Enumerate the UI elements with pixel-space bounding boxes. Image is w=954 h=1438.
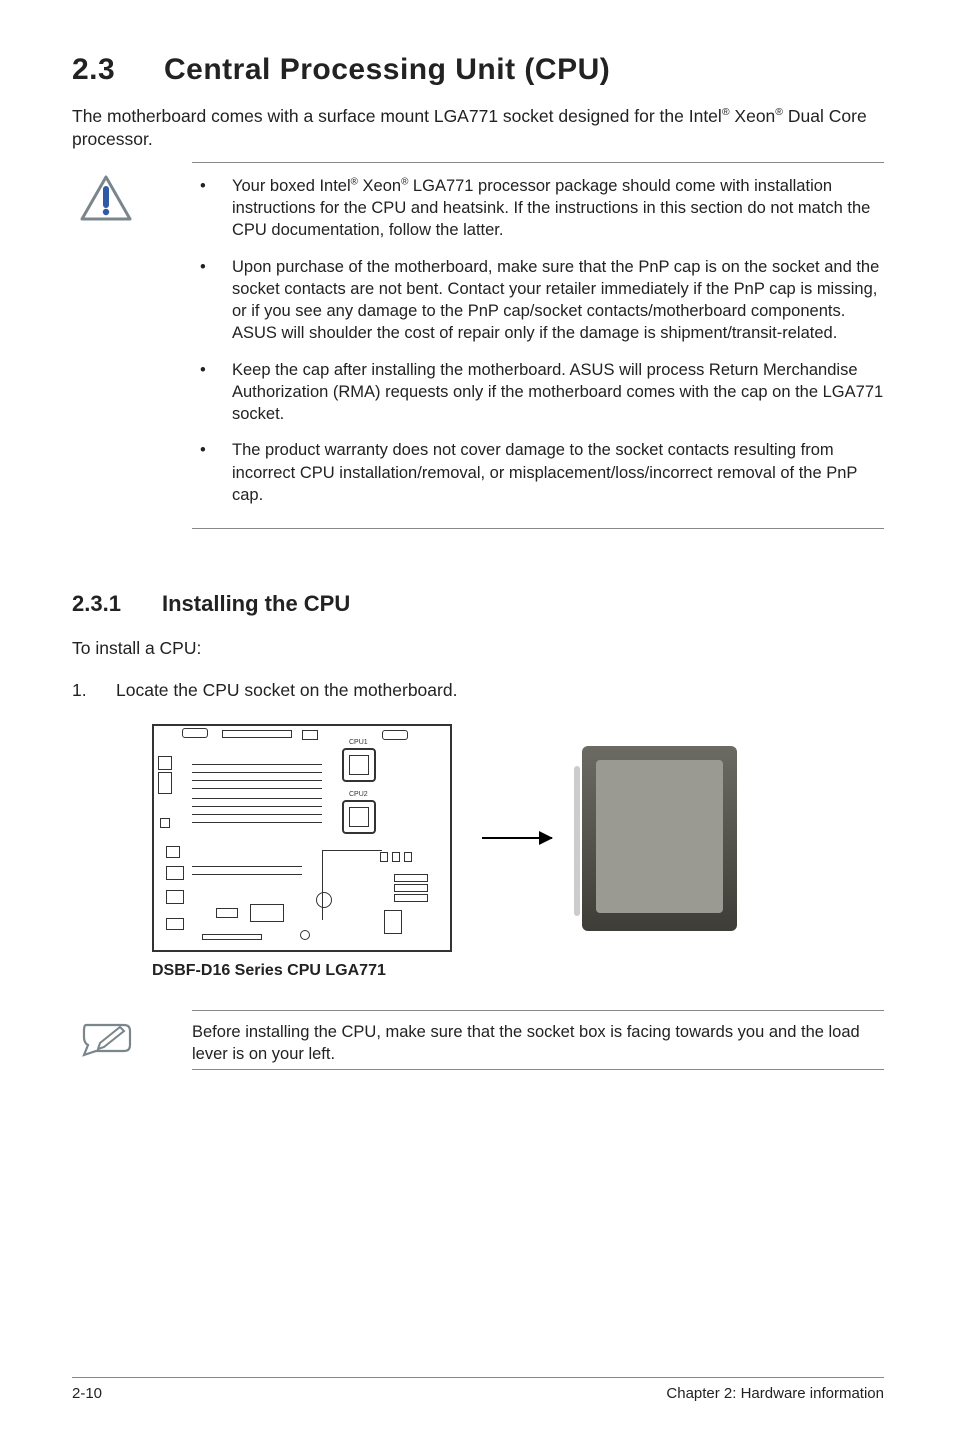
caution-triangle-icon [80,175,132,221]
page-number: 2-10 [72,1384,102,1404]
cpu1-socket-icon [342,748,376,782]
caution-item-text: Keep the cap after installing the mother… [232,359,884,426]
list-item: • The product warranty does not cover da… [192,439,884,506]
cpu-socket-photo [582,746,737,931]
bullet-icon: • [192,256,232,345]
list-item: • Your boxed Intel® Xeon® LGA771 process… [192,175,884,242]
registered-mark: ® [351,176,358,187]
cpu2-socket-icon [342,800,376,834]
divider [192,1010,884,1011]
intro-text-2: Xeon [730,106,776,126]
note-icon-column [72,1021,192,1066]
step-text: Locate the CPU socket on the motherboard… [116,679,457,703]
caution-block: • Your boxed Intel® Xeon® LGA771 process… [72,175,884,520]
caution-icon-column [72,175,192,520]
intro-text-1: The motherboard comes with a surface mou… [72,106,722,126]
caution-item-text: The product warranty does not cover dama… [232,439,884,506]
subsection-title: Installing the CPU [162,591,350,616]
text-fragment: Your boxed Intel [232,177,351,195]
chapter-label: Chapter 2: Hardware information [666,1384,884,1404]
page-footer: 2-10 Chapter 2: Hardware information [72,1377,884,1404]
step-number: 1. [72,679,116,703]
caution-item-text: Your boxed Intel® Xeon® LGA771 processor… [232,175,884,242]
note-block: Before installing the CPU, make sure tha… [72,1021,884,1066]
cpu1-label: CPU1 [348,738,369,747]
bullet-icon: • [192,359,232,426]
registered-mark: ® [722,106,730,118]
subsection-number: 2.3.1 [72,589,162,619]
intro-paragraph: The motherboard comes with a surface mou… [72,105,884,152]
cpu2-label: CPU2 [348,790,369,799]
motherboard-diagram: CPU1 CPU2 [152,724,452,952]
section-heading: 2.3Central Processing Unit (CPU) [72,50,884,91]
body-text: To install a CPU: [72,637,884,661]
caution-content: • Your boxed Intel® Xeon® LGA771 process… [192,175,884,520]
text-fragment: Xeon [358,177,401,195]
arrow-right-icon [482,837,552,839]
divider [192,162,884,163]
list-item: • Keep the cap after installing the moth… [192,359,884,426]
section-number: 2.3 [72,50,164,91]
note-content: Before installing the CPU, make sure tha… [192,1021,884,1066]
figure-area: CPU1 CPU2 [152,724,884,952]
section-title: Central Processing Unit (CPU) [164,53,610,86]
bullet-icon: • [192,175,232,242]
step-1: 1. Locate the CPU socket on the motherbo… [72,679,884,703]
divider [192,528,884,529]
figure-caption: DSBF-D16 Series CPU LGA771 [152,960,884,982]
bullet-icon: • [192,439,232,506]
divider [192,1069,884,1070]
subsection-heading: 2.3.1Installing the CPU [72,589,884,619]
note-text: Before installing the CPU, make sure tha… [192,1023,860,1063]
caution-item-text: Upon purchase of the motherboard, make s… [232,256,884,345]
registered-mark: ® [775,106,783,118]
note-pencil-icon [80,1021,134,1057]
list-item: • Upon purchase of the motherboard, make… [192,256,884,345]
